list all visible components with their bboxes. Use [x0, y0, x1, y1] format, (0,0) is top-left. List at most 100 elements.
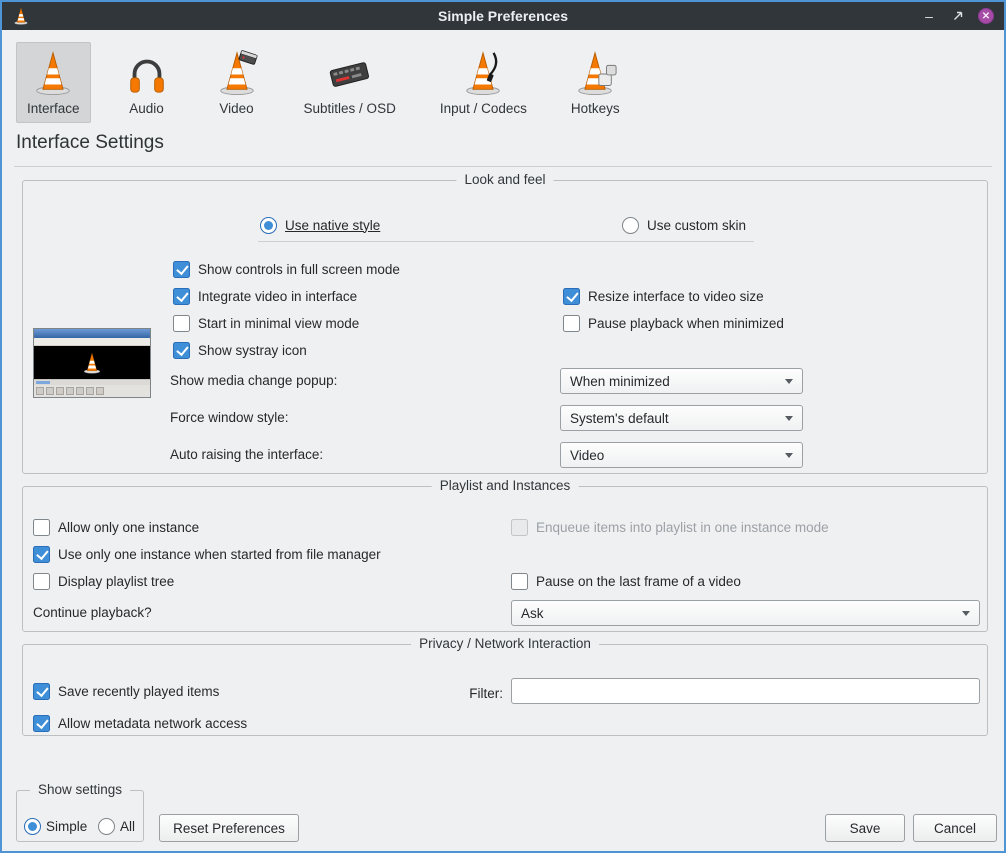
tab-video[interactable]: Video	[203, 42, 271, 123]
auto-raising-label: Auto raising the interface:	[170, 447, 323, 462]
restore-arrow-icon	[952, 10, 964, 22]
force-window-style-label: Force window style:	[170, 410, 289, 425]
tab-label: Interface	[27, 101, 80, 116]
cancel-button[interactable]: Cancel	[913, 814, 997, 842]
checkbox-save-recently-played[interactable]: Save recently played items	[33, 681, 219, 701]
continue-playback-label: Continue playback?	[33, 605, 152, 620]
thumbnail-controls	[34, 385, 150, 397]
checkbox-indicator	[33, 573, 50, 590]
checkbox-label: Use only one instance when started from …	[58, 547, 381, 562]
checkbox-label: Start in minimal view mode	[198, 316, 359, 331]
auto-raising-select[interactable]: Video	[560, 442, 803, 468]
group-title: Privacy / Network Interaction	[411, 636, 599, 651]
checkbox-indicator	[173, 342, 190, 359]
tab-label: Subtitles / OSD	[304, 101, 396, 116]
checkbox-indicator	[511, 573, 528, 590]
vlc-cone-icon	[30, 50, 76, 96]
reset-preferences-button[interactable]: Reset Preferences	[159, 814, 299, 842]
group-title: Look and feel	[456, 172, 553, 187]
thumbnail-seekbar	[34, 379, 150, 385]
keyboard-icon	[327, 50, 373, 96]
cone-clapper-icon	[214, 50, 260, 96]
checkbox-label: Integrate video in interface	[198, 289, 357, 304]
checkbox-indicator	[33, 546, 50, 563]
checkbox-pause-last-frame[interactable]: Pause on the last frame of a video	[511, 571, 741, 591]
radio-indicator	[260, 217, 277, 234]
chevron-down-icon	[785, 453, 793, 458]
radio-label: Use custom skin	[647, 218, 746, 233]
tab-input-codecs[interactable]: Input / Codecs	[429, 42, 538, 123]
divider	[258, 241, 754, 242]
checkbox-show-controls-fullscreen[interactable]: Show controls in full screen mode	[173, 259, 400, 279]
radio-label: All	[120, 819, 135, 834]
simple-preferences-window: Simple Preferences – ✕ Interface Audio	[0, 0, 1006, 853]
radio-show-settings-all[interactable]: All	[98, 816, 135, 836]
vlc-cone-icon	[12, 7, 30, 25]
group-title: Show settings	[30, 782, 130, 797]
radio-use-custom-skin[interactable]: Use custom skin	[622, 215, 746, 235]
checkbox-indicator	[173, 261, 190, 278]
cone-cable-icon	[460, 50, 506, 96]
minimize-button[interactable]: –	[920, 7, 938, 25]
tab-label: Input / Codecs	[440, 101, 527, 116]
checkbox-one-instance-file-manager[interactable]: Use only one instance when started from …	[33, 544, 381, 564]
checkbox-label: Enqueue items into playlist in one insta…	[536, 520, 829, 535]
checkbox-allow-metadata-network[interactable]: Allow metadata network access	[33, 713, 247, 733]
privacy-network-group: Privacy / Network Interaction Save recen…	[22, 644, 988, 736]
thumbnail-menubar	[34, 338, 150, 346]
checkbox-label: Show systray icon	[198, 343, 307, 358]
checkbox-label: Allow metadata network access	[58, 716, 247, 731]
show-settings-group: Show settings Simple All	[16, 790, 144, 842]
page-title: Interface Settings	[16, 132, 164, 154]
checkbox-allow-one-instance[interactable]: Allow only one instance	[33, 517, 199, 537]
selected-option: Video	[570, 448, 604, 463]
checkbox-resize-interface[interactable]: Resize interface to video size	[563, 286, 764, 306]
chevron-down-icon	[962, 611, 970, 616]
checkbox-indicator	[33, 715, 50, 732]
checkbox-label: Pause on the last frame of a video	[536, 574, 741, 589]
close-button[interactable]: ✕	[978, 8, 994, 24]
tab-label: Hotkeys	[571, 101, 620, 116]
filter-input[interactable]	[511, 678, 980, 704]
checkbox-integrate-video[interactable]: Integrate video in interface	[173, 286, 357, 306]
checkbox-pause-when-minimized[interactable]: Pause playback when minimized	[563, 313, 784, 333]
selected-option: Ask	[521, 606, 544, 621]
tab-hotkeys[interactable]: Hotkeys	[560, 42, 631, 123]
show-media-change-popup-label: Show media change popup:	[170, 373, 337, 388]
tab-interface[interactable]: Interface	[16, 42, 91, 123]
checkbox-show-systray-icon[interactable]: Show systray icon	[173, 340, 307, 360]
radio-show-settings-simple[interactable]: Simple	[24, 816, 87, 836]
radio-label: Use native style	[285, 218, 380, 233]
continue-playback-select[interactable]: Ask	[511, 600, 980, 626]
checkbox-label: Resize interface to video size	[588, 289, 764, 304]
playlist-instances-group: Playlist and Instances Allow only one in…	[22, 486, 988, 632]
divider	[14, 166, 992, 167]
titlebar[interactable]: Simple Preferences – ✕	[2, 2, 1004, 30]
cone-keys-icon	[572, 50, 618, 96]
checkbox-start-minimal-view[interactable]: Start in minimal view mode	[173, 313, 359, 333]
checkbox-label: Pause playback when minimized	[588, 316, 784, 331]
tab-audio[interactable]: Audio	[113, 42, 181, 123]
radio-indicator	[98, 818, 115, 835]
tab-label: Video	[219, 101, 253, 116]
force-window-style-select[interactable]: System's default	[560, 405, 803, 431]
chevron-down-icon	[785, 379, 793, 384]
filter-label: Filter:	[439, 686, 503, 701]
restore-button[interactable]	[949, 7, 967, 25]
checkbox-indicator	[563, 315, 580, 332]
save-button[interactable]: Save	[825, 814, 905, 842]
tab-subtitles-osd[interactable]: Subtitles / OSD	[293, 42, 407, 123]
selected-option: When minimized	[570, 374, 670, 389]
window-title: Simple Preferences	[2, 8, 1004, 24]
radio-use-native-style[interactable]: Use native style	[260, 215, 380, 235]
checkbox-display-playlist-tree[interactable]: Display playlist tree	[33, 571, 174, 591]
show-media-change-popup-select[interactable]: When minimized	[560, 368, 803, 394]
radio-indicator	[622, 217, 639, 234]
checkbox-label: Save recently played items	[58, 684, 219, 699]
category-toolbar: Interface Audio Video	[16, 42, 631, 123]
radio-indicator	[24, 818, 41, 835]
thumbnail-video-area	[34, 346, 150, 379]
checkbox-indicator	[173, 288, 190, 305]
headphones-icon	[124, 50, 170, 96]
checkbox-enqueue-items: Enqueue items into playlist in one insta…	[511, 517, 829, 537]
